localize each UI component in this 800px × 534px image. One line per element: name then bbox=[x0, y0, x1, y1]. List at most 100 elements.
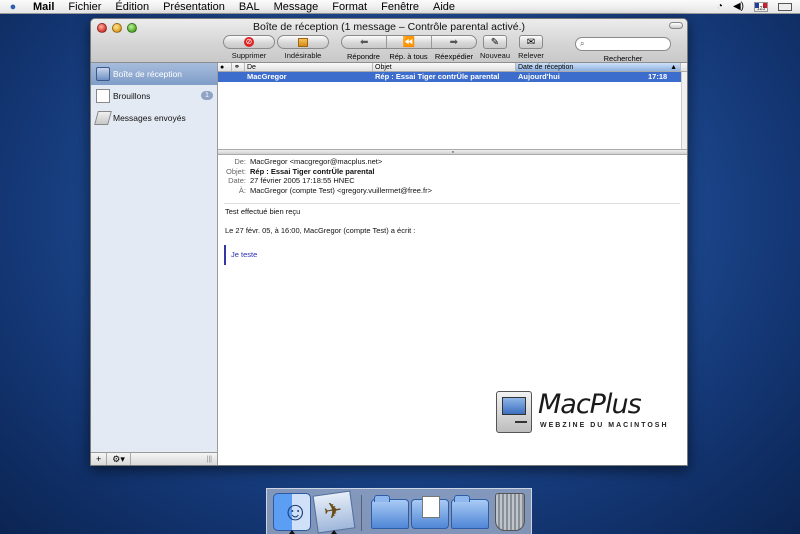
folder-icon[interactable] bbox=[451, 495, 489, 529]
sidebar-item-label: Messages envoyés bbox=[113, 113, 186, 123]
toolbar-toggle-button[interactable] bbox=[669, 22, 683, 29]
to-header-value[interactable]: MacGregor (compte Test) <gregory.vuiller… bbox=[250, 186, 432, 196]
macplus-watermark: MacPlus WEBZINE DU MACINTOSH bbox=[496, 389, 669, 435]
folder-icon[interactable] bbox=[371, 495, 409, 529]
battery-icon[interactable] bbox=[778, 2, 792, 11]
title-bar[interactable]: Boîte de réception (1 message – Contrôle… bbox=[91, 19, 687, 63]
search-icon: ⌕ bbox=[580, 39, 585, 48]
date-header-value: 27 février 2005 17:18:55 HNEC bbox=[250, 176, 355, 185]
reply-all-label: Rép. à tous bbox=[389, 52, 428, 61]
drafts-icon bbox=[96, 89, 110, 103]
sidebar-item-inbox[interactable]: Boîte de réception bbox=[91, 63, 217, 85]
message-preview: De: MacGregor <macgregor@macplus.net> Ob… bbox=[218, 155, 687, 465]
running-indicator bbox=[289, 530, 295, 534]
from-column-header[interactable]: De bbox=[245, 63, 373, 71]
forward-button[interactable]: ➡ bbox=[430, 36, 476, 48]
date-column-label: Date de réception bbox=[518, 64, 574, 71]
from-header-key: De: bbox=[234, 157, 246, 166]
row-from: MacGregor bbox=[247, 72, 287, 81]
sidebar-item-sent[interactable]: Messages envoyés bbox=[91, 107, 217, 129]
documents-folder-icon[interactable] bbox=[411, 496, 449, 529]
row-date: Aujourd'hui bbox=[518, 72, 560, 81]
reply-all-button[interactable]: ⏪ bbox=[386, 36, 430, 48]
from-header-value[interactable]: MacGregor <macgregor@macplus.net> bbox=[250, 157, 382, 167]
reply-forward-group: ⬅ ⏪ ➡ bbox=[341, 35, 477, 49]
menu-extras: ◔ ◀) 123 bbox=[717, 1, 800, 12]
airport-icon[interactable]: ◔ bbox=[717, 1, 723, 12]
mailbox-sidebar: Boîte de réception Brouillons 1 Messages… bbox=[91, 63, 218, 465]
menu-bar: ● Mail Fichier Édition Présentation BAL … bbox=[0, 0, 800, 14]
compose-icon: ✎ bbox=[490, 36, 500, 48]
mail-window: Boîte de réception (1 message – Contrôle… bbox=[90, 18, 688, 466]
menu-message[interactable]: Message bbox=[267, 0, 326, 14]
get-mail-button[interactable]: ✉ Relever bbox=[518, 35, 544, 60]
toolbar: ⊘ Supprimer Indésirable ⬅ ⏪ ➡ Répondre R… bbox=[91, 35, 687, 63]
junk-button[interactable]: Indésirable bbox=[277, 35, 329, 60]
forward-arrow-icon: ➡ bbox=[449, 36, 459, 48]
unread-column-header[interactable]: ● bbox=[218, 63, 232, 71]
reply-label: Répondre bbox=[347, 52, 380, 61]
message-body: Test effectué bien reçu Le 27 févr. 05, … bbox=[224, 207, 416, 265]
message-headers: De: MacGregor <macgregor@macplus.net> Ob… bbox=[218, 157, 687, 196]
dock bbox=[266, 488, 532, 534]
delete-label: Supprimer bbox=[231, 51, 267, 60]
search-label: Rechercher bbox=[603, 54, 643, 63]
macintosh-icon bbox=[496, 391, 532, 433]
apple-menu-icon[interactable]: ● bbox=[0, 1, 26, 13]
get-mail-label: Relever bbox=[518, 51, 544, 60]
row-time: 17:18 bbox=[648, 72, 668, 81]
delete-button[interactable]: ⊘ Supprimer bbox=[223, 35, 275, 60]
action-menu-button[interactable]: ⚙▾ bbox=[107, 453, 131, 465]
sidebar-item-label: Boîte de réception bbox=[113, 69, 182, 79]
watermark-name: MacPlus bbox=[538, 389, 642, 420]
new-message-button[interactable]: ✎ Nouveau bbox=[480, 35, 510, 60]
menu-fichier[interactable]: Fichier bbox=[61, 0, 108, 14]
unread-dot-icon: ● bbox=[220, 64, 225, 71]
add-mailbox-button[interactable]: + bbox=[91, 453, 108, 465]
keyboard-flag-icon[interactable]: 123 bbox=[754, 1, 768, 12]
mail-app-icon[interactable] bbox=[312, 490, 356, 534]
window-title: Boîte de réception (1 message – Contrôle… bbox=[253, 21, 525, 33]
dock-separator[interactable] bbox=[361, 495, 362, 531]
subject-header-value: Rép : Essai Tiger contrÜle parental bbox=[250, 166, 375, 176]
volume-icon[interactable]: ◀) bbox=[733, 1, 744, 12]
subject-column-header[interactable]: Objet bbox=[373, 63, 516, 71]
sidebar-item-drafts[interactable]: Brouillons 1 bbox=[91, 85, 217, 107]
sort-ascending-icon: ▲ bbox=[670, 64, 677, 71]
sidebar-item-label: Brouillons bbox=[113, 91, 151, 101]
subject-header-key: Objet: bbox=[225, 166, 246, 176]
to-header-key: À: bbox=[238, 185, 246, 195]
menu-bal[interactable]: BAL bbox=[232, 0, 267, 14]
drafts-count-badge: 1 bbox=[201, 91, 213, 100]
flag-column-header[interactable]: ⚭ bbox=[232, 63, 245, 71]
running-indicator bbox=[331, 530, 337, 534]
message-list: ● ⚭ De Objet Date de réception ▲ MacGrego… bbox=[218, 63, 687, 149]
menu-mail[interactable]: Mail bbox=[26, 0, 61, 14]
keyboard-layout-label: 123 bbox=[756, 5, 766, 12]
reply-arrow-icon: ⬅ bbox=[359, 36, 369, 48]
get-mail-icon: ✉ bbox=[526, 36, 536, 48]
menu-presentation[interactable]: Présentation bbox=[156, 0, 232, 14]
menu-fenetre[interactable]: Fenêtre bbox=[374, 0, 426, 14]
date-column-header[interactable]: Date de réception ▲ bbox=[516, 63, 681, 71]
quoted-text: Je teste bbox=[224, 245, 415, 265]
list-scrollbar[interactable] bbox=[681, 72, 687, 149]
menu-aide[interactable]: Aide bbox=[426, 0, 462, 14]
reply-button[interactable]: ⬅ bbox=[342, 36, 386, 48]
resize-grip-icon[interactable]: ||| bbox=[202, 453, 217, 465]
sent-icon bbox=[94, 111, 112, 125]
junk-icon bbox=[298, 37, 308, 47]
search-field[interactable]: ⌕ bbox=[575, 37, 671, 51]
body-attribution: Le 27 févr. 05, à 16:00, MacGregor (comp… bbox=[225, 226, 416, 235]
finder-icon[interactable] bbox=[273, 493, 311, 531]
menu-format[interactable]: Format bbox=[325, 0, 374, 14]
row-subject: Rép : Essai Tiger contrÜle parental bbox=[375, 72, 500, 81]
menu-edition[interactable]: Édition bbox=[108, 0, 156, 14]
body-line: Test effectué bien reçu bbox=[225, 207, 301, 216]
watermark-tagline: WEBZINE DU MACINTOSH bbox=[540, 422, 669, 429]
sidebar-footer: + ⚙▾ ||| bbox=[91, 452, 217, 465]
trash-icon[interactable] bbox=[495, 493, 525, 531]
date-header-key: Date: bbox=[228, 176, 246, 185]
table-row[interactable]: MacGregor Rép : Essai Tiger contrÜle par… bbox=[218, 72, 687, 82]
list-header: ● ⚭ De Objet Date de réception ▲ bbox=[218, 63, 687, 72]
